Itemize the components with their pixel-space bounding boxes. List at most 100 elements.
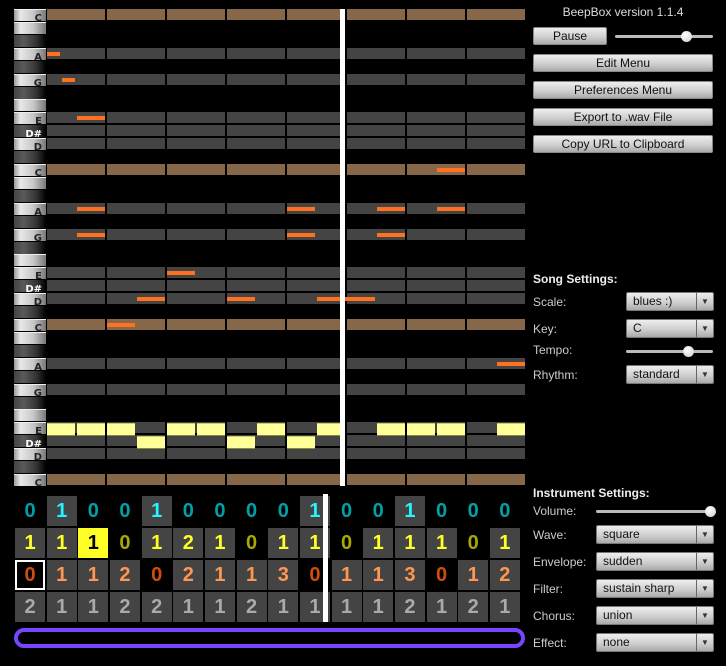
note-grid-cell[interactable]	[107, 138, 165, 150]
pattern-cell[interactable]: 0	[426, 560, 457, 590]
pattern-cell[interactable]: 1	[46, 592, 77, 622]
note-grid-cell[interactable]	[47, 435, 105, 447]
note-grid-cell[interactable]	[407, 448, 465, 460]
note-grid-cell[interactable]	[407, 357, 465, 369]
note-grid-cell[interactable]	[287, 164, 345, 175]
pattern-cell[interactable]: 0	[141, 560, 172, 590]
note-grid-cell[interactable]	[227, 319, 285, 330]
note-grid-cell[interactable]	[467, 112, 525, 124]
slider-knob[interactable]	[682, 346, 694, 357]
note-grid-cell[interactable]	[287, 280, 345, 292]
piano-key[interactable]	[14, 409, 46, 422]
note-grid-cell[interactable]	[407, 125, 465, 137]
note-grid-cell[interactable]	[227, 202, 285, 214]
instrument-volume-slider[interactable]	[596, 505, 716, 519]
pattern-cell[interactable]: 0	[109, 528, 140, 558]
piano-key[interactable]: D	[14, 293, 46, 308]
note-grid-cell[interactable]	[467, 474, 525, 485]
piano-key[interactable]: D#	[14, 125, 46, 140]
note-grid-cell[interactable]	[467, 228, 525, 240]
piano-key[interactable]	[14, 306, 46, 319]
note-grid-cell[interactable]	[347, 125, 405, 137]
note-grid-cell[interactable]	[47, 383, 105, 395]
note-grid-cell[interactable]	[467, 202, 525, 214]
scale-select[interactable]: blues :) ▼	[626, 292, 714, 311]
loop-bar[interactable]	[14, 628, 525, 648]
export-wav-button[interactable]: Export to .wav File	[533, 108, 713, 126]
note-grid-cell[interactable]	[107, 280, 165, 292]
pattern-cell[interactable]: 0	[268, 496, 299, 526]
envelope-select[interactable]: sudden ▼	[596, 552, 714, 571]
note-grid-cell[interactable]	[407, 267, 465, 279]
note-grid-cell[interactable]	[107, 448, 165, 460]
piano-roll[interactable]: C A G E D# D C A G E D# D C A G E D# D C	[0, 0, 530, 490]
note-grid-cell[interactable]	[347, 112, 405, 124]
piano-key[interactable]: D#	[14, 280, 46, 295]
note-grid-cell[interactable]	[47, 267, 105, 279]
pattern-cell[interactable]: 3	[268, 560, 299, 590]
note-grid-cell[interactable]	[167, 435, 225, 447]
note-grid-cell[interactable]	[287, 138, 345, 150]
pattern-cell[interactable]: 1	[268, 592, 299, 622]
pattern-cell[interactable]: 1	[78, 592, 109, 622]
note-grid-cell[interactable]	[467, 280, 525, 292]
note-grid-cell[interactable]	[227, 138, 285, 150]
note-grid-cell[interactable]	[167, 474, 225, 485]
note-grid-cell[interactable]	[47, 319, 105, 330]
note[interactable]	[407, 422, 435, 436]
note-grid-cell[interactable]	[347, 474, 405, 485]
note-grid-cell[interactable]	[47, 280, 105, 292]
note-grid-cell[interactable]	[167, 357, 225, 369]
pattern-cell[interactable]: 2	[489, 560, 520, 590]
note-grid-cell[interactable]	[227, 448, 285, 460]
pattern-cell[interactable]: 0	[426, 496, 457, 526]
pattern-cell[interactable]: 0	[236, 528, 267, 558]
note-grid-cell[interactable]	[227, 474, 285, 485]
note-grid-cell[interactable]	[107, 112, 165, 124]
note-grid-cell[interactable]	[167, 9, 225, 20]
note-grid-cell[interactable]	[227, 73, 285, 85]
piano-key[interactable]: C	[14, 474, 46, 489]
note-grid-cell[interactable]	[467, 47, 525, 59]
piano-key[interactable]	[14, 215, 46, 228]
piano-key[interactable]: G	[14, 73, 46, 89]
piano-key[interactable]: E	[14, 112, 46, 127]
note-grid-cell[interactable]	[467, 9, 525, 20]
note-grid-cell[interactable]	[407, 293, 465, 305]
note-grid-cell[interactable]	[167, 138, 225, 150]
note[interactable]	[47, 422, 75, 436]
note-grid-cell[interactable]	[47, 293, 105, 305]
note-grid-cell[interactable]	[227, 383, 285, 395]
piano-key[interactable]: D	[14, 448, 46, 463]
pattern-cell[interactable]: 2	[173, 560, 204, 590]
note-grid-cell[interactable]	[347, 138, 405, 150]
note-grid-cell[interactable]	[107, 73, 165, 85]
note-grid-cell[interactable]	[347, 73, 405, 85]
pattern-cell[interactable]: 1	[363, 528, 394, 558]
effect-select[interactable]: none ▼	[596, 633, 714, 652]
pattern-cell[interactable]: 0	[489, 496, 520, 526]
note[interactable]	[167, 422, 195, 436]
note[interactable]	[497, 422, 525, 436]
note-grid-cell[interactable]	[467, 267, 525, 279]
slider-knob[interactable]	[680, 31, 692, 42]
note-grid-cell[interactable]	[227, 280, 285, 292]
piano-key[interactable]: A	[14, 202, 46, 218]
pattern-cell[interactable]: 2	[109, 592, 140, 622]
note-grid-cell[interactable]	[287, 9, 345, 20]
piano-key[interactable]	[14, 241, 46, 254]
piano-key[interactable]	[14, 176, 46, 189]
pattern-cell[interactable]: 1	[489, 592, 520, 622]
note-grid-cell[interactable]	[347, 357, 405, 369]
note-grid-cell[interactable]	[167, 228, 225, 240]
note-grid-cell[interactable]	[47, 73, 105, 85]
pattern-cell[interactable]: 1	[394, 528, 425, 558]
piano-key[interactable]	[14, 86, 46, 99]
note-grid-cell[interactable]	[287, 357, 345, 369]
note-grid-cell[interactable]	[467, 383, 525, 395]
piano-key[interactable]	[14, 21, 46, 34]
piano-key[interactable]: C	[14, 319, 46, 334]
note[interactable]	[437, 422, 465, 436]
pattern-cell[interactable]: 2	[141, 592, 172, 622]
note-grid-cell[interactable]	[347, 47, 405, 59]
